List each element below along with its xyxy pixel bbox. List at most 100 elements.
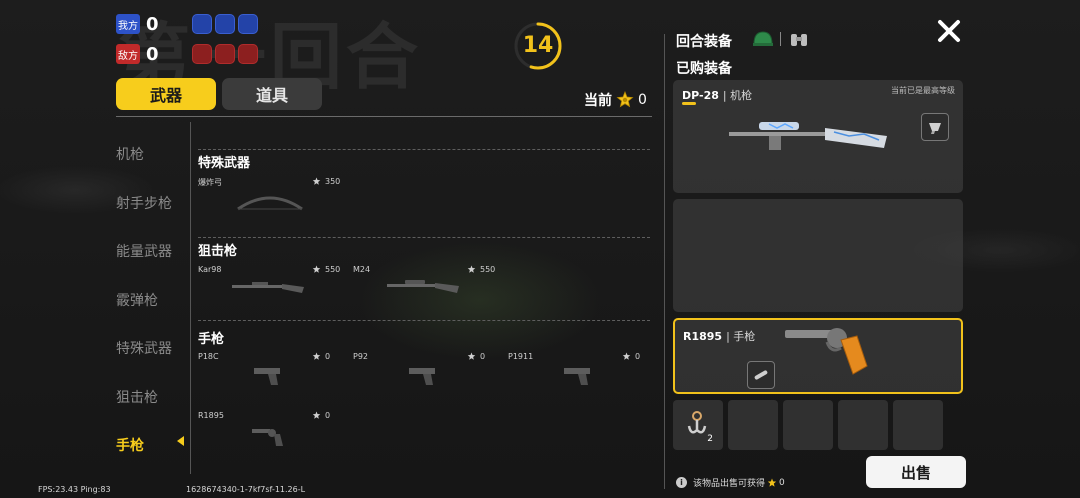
- section-divider: [198, 237, 650, 238]
- weapon-name: P1911: [508, 352, 534, 361]
- weapon-name: P18C: [198, 352, 219, 361]
- sell-button[interactable]: 出售: [866, 456, 966, 488]
- bow-icon: [237, 196, 303, 211]
- weapon-item-p1911[interactable]: P1911 0: [508, 352, 653, 402]
- attachment-slot[interactable]: [921, 113, 949, 141]
- category-marksman-rifle[interactable]: 射手步枪: [116, 179, 186, 228]
- barrel-icon: [754, 370, 768, 380]
- enemy-team-score: 0: [146, 43, 159, 65]
- enemy-player-slot: [215, 44, 235, 64]
- own-team-score: 0: [146, 13, 159, 35]
- item-slot-empty[interactable]: [728, 400, 778, 450]
- rifle-icon: [387, 280, 459, 293]
- own-team-score-row: 我方 0: [116, 13, 261, 35]
- category-pistol[interactable]: 手枪: [116, 421, 186, 470]
- grip-icon: [929, 123, 941, 134]
- weapon-item-m24[interactable]: M24 550: [353, 265, 498, 315]
- weapon-name: Kar98: [198, 265, 222, 274]
- weapon-item-explosive-bow[interactable]: 爆炸弓 350: [198, 177, 343, 227]
- weapon-name: M24: [353, 265, 371, 274]
- pistol-icon: [564, 368, 590, 385]
- pistol-icon: [254, 368, 280, 385]
- fps-ping-readout: FPS:23.43 Ping:83: [38, 485, 111, 494]
- grappling-hook-icon: [687, 411, 707, 434]
- primary-weapon-card[interactable]: DP-28 | 机枪 当前已是最高等级: [673, 80, 963, 193]
- currency-label: 当前: [584, 93, 612, 109]
- category-separator: [190, 122, 191, 474]
- weapon-name: R1895: [198, 411, 224, 420]
- item-slot-empty[interactable]: [838, 400, 888, 450]
- enemy-team-score-row: 敌方 0: [116, 43, 261, 65]
- weapon-price: 0: [312, 411, 330, 420]
- item-slot-empty[interactable]: [783, 400, 833, 450]
- coin-icon: [467, 265, 476, 273]
- currency-display: 当前 0: [584, 90, 647, 110]
- weapon-price: 0: [312, 352, 330, 361]
- currency-value: 0: [638, 92, 647, 108]
- category-special-weapon[interactable]: 特殊武器: [116, 324, 186, 373]
- coin-icon: [616, 91, 634, 108]
- weapon-item-p18c[interactable]: P18C 0: [198, 352, 343, 402]
- weapon-item-kar98[interactable]: Kar98 550: [198, 265, 343, 315]
- attachment-slot[interactable]: [747, 361, 775, 389]
- machine-gun-icon: [729, 122, 887, 150]
- primary-weapon-name: DP-28 | 机枪: [682, 89, 753, 102]
- max-level-note: 当前已是最高等级: [891, 86, 955, 95]
- tab-weapons[interactable]: 武器: [116, 78, 216, 110]
- item-slot-empty[interactable]: [893, 400, 943, 450]
- weapon-price: 0: [622, 352, 640, 361]
- section-title-sniper: 狙击枪: [198, 244, 238, 259]
- section-title-special: 特殊武器: [198, 156, 251, 171]
- enemy-player-slot: [192, 44, 212, 64]
- tab-items[interactable]: 道具: [222, 78, 322, 110]
- build-id: 1628674340-1-7kf7sf-11.26-L: [186, 485, 306, 494]
- item-slot-grappling-hook[interactable]: 2: [673, 400, 723, 450]
- section-divider: [198, 149, 650, 150]
- coin-icon: [312, 177, 321, 185]
- coin-icon: [312, 265, 321, 273]
- category-energy-weapon[interactable]: 能量武器: [116, 227, 186, 276]
- info-icon: i: [676, 477, 687, 488]
- category-machine-gun[interactable]: 机枪: [116, 130, 186, 179]
- enemy-player-slot: [238, 44, 258, 64]
- weapon-item-r1895[interactable]: R1895 0: [198, 411, 343, 461]
- weapon-price: 350: [312, 177, 340, 186]
- coin-icon: [312, 411, 321, 419]
- own-player-slot: [215, 14, 235, 34]
- revolver-icon: [252, 429, 283, 446]
- weapon-price: 550: [312, 265, 340, 274]
- weapon-price: 550: [467, 265, 495, 274]
- own-player-slot: [192, 14, 212, 34]
- category-list: 机枪 射手步枪 能量武器 霰弹枪 特殊武器 狙击枪 手枪: [116, 130, 186, 470]
- section-divider: [198, 320, 650, 321]
- secondary-weapon-name: R1895 | 手枪: [683, 330, 756, 343]
- binoculars-icon: [791, 34, 807, 46]
- own-team-tag: 我方: [116, 14, 140, 34]
- own-player-slot: [238, 14, 258, 34]
- coin-icon: [467, 352, 476, 360]
- rifle-icon: [232, 282, 304, 293]
- section-title-pistol: 手枪: [198, 332, 225, 347]
- coin-icon: [767, 478, 777, 487]
- coin-icon: [312, 352, 321, 360]
- secondary-weapon-card[interactable]: R1895 | 手枪: [673, 318, 963, 394]
- round-equipment-title: 回合装备: [676, 34, 732, 50]
- separator: [780, 32, 781, 46]
- weapon-name: P92: [353, 352, 369, 361]
- panel-separator: [664, 34, 665, 489]
- sell-hint: i 该物品出售可获得 0: [676, 476, 785, 489]
- active-category-arrow-icon: [177, 436, 184, 446]
- empty-weapon-slot[interactable]: [673, 199, 963, 312]
- tab-divider: [116, 116, 652, 117]
- item-count: 2: [707, 434, 713, 444]
- weapon-level-bar: [682, 102, 696, 105]
- weapon-item-p92[interactable]: P92 0: [353, 352, 498, 402]
- round-timer-value: 14: [522, 33, 554, 58]
- coin-icon: [622, 352, 631, 360]
- category-shotgun[interactable]: 霰弹枪: [116, 276, 186, 325]
- close-icon[interactable]: [936, 18, 962, 44]
- purchased-equipment-title: 已购装备: [676, 61, 732, 77]
- weapon-price: 0: [467, 352, 485, 361]
- category-sniper-rifle[interactable]: 狙击枪: [116, 373, 186, 422]
- pistol-icon: [409, 368, 435, 385]
